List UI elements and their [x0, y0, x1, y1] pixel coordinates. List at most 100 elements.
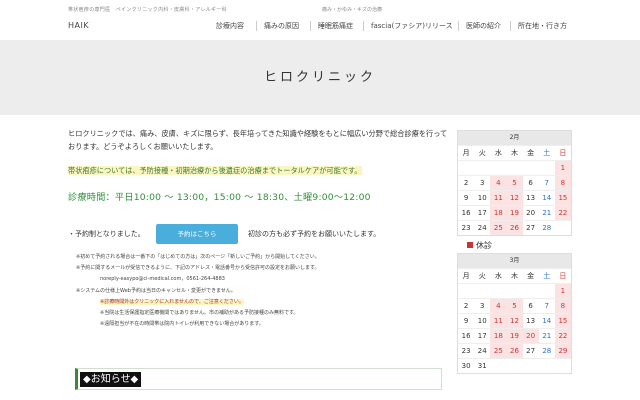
calendar-day: 15: [554, 190, 571, 205]
calendar-day: 27: [522, 220, 539, 235]
calendar-empty-cell: [506, 358, 523, 373]
note-line: ※システムの仕様上Web予約は当日のキャンセル・変更ができません。: [76, 287, 236, 294]
nav-divider: [458, 21, 459, 31]
calendar-empty-cell: [474, 283, 491, 298]
calendar-day: 16: [458, 328, 475, 343]
calendar-day: 8: [554, 175, 571, 190]
shingles-highlight: 帯状疱疹については、予防接種・初期治療から後遺症の治療までトータルケアが可能です…: [68, 166, 448, 176]
nav-divider: [363, 21, 364, 31]
calendar-grid: 月火水木金土日 1 2 3 4 5 6 7 8 9 10 11 12 13 14 15 16 17 18 19 20 21…: [458, 268, 571, 373]
calendar-day: 28: [538, 220, 555, 235]
nav-item-fascia-release[interactable]: fascia(ファシア)リリース: [365, 20, 459, 32]
calendar-empty-cell: [506, 160, 523, 175]
calendar-day: 22: [554, 328, 571, 343]
nav-item-services[interactable]: 診療内容: [210, 20, 250, 32]
nav-divider: [510, 21, 511, 31]
calendar-day: 29: [554, 343, 571, 358]
calendar-empty-cell: [458, 283, 475, 298]
shingles-highlight-text: 帯状疱疹については、予防接種・初期治療から後遺症の治療までトータルケアが可能です…: [68, 166, 362, 175]
calendar-day: 21: [538, 205, 555, 220]
hero-banner: ヒロクリニック: [0, 40, 640, 115]
nav-divider: [310, 21, 311, 31]
closed-day-swatch: [467, 242, 473, 248]
site-logo[interactable]: HAIK: [68, 21, 89, 30]
calendar-day: 7: [538, 175, 555, 190]
calendar-day: 23: [458, 343, 475, 358]
calendar-day: 25: [490, 220, 507, 235]
weekday-header: 金: [522, 268, 539, 283]
calendar-empty-cell: [490, 358, 507, 373]
calendar-day: 20: [522, 328, 539, 343]
calendar-day: 9: [458, 190, 475, 205]
reservation-notes: ※初めて予約される場合は一番下の「はじめての方は」次のページ「新しいご予約」から…: [76, 252, 448, 330]
note-line: ※初めて予約される場合は一番下の「はじめての方は」次のページ「新しいご予約」から…: [76, 254, 320, 260]
calendar-day: 11: [490, 313, 507, 328]
weekday-header: 月: [458, 268, 475, 283]
calendar-day: 30: [458, 358, 475, 373]
calendar-day: 19: [506, 328, 523, 343]
calendar-day: 12: [506, 313, 523, 328]
calendar-grid: 月火水木金土日 1 2 3 4 5 6 7 8 9 10 11 12 13 14 15 16 17 18 19 20 21…: [458, 145, 571, 235]
calendar-day: 14: [538, 190, 555, 205]
nav-divider: [256, 21, 257, 31]
weekday-header: 木: [506, 145, 523, 160]
calendar-day: 17: [474, 328, 491, 343]
calendar-day: 8: [554, 298, 571, 313]
calendar-day: 24: [474, 220, 491, 235]
nav-item-access[interactable]: 所在地・行き方: [512, 20, 573, 32]
calendar-empty-cell: [538, 160, 555, 175]
calendar-day: 19: [506, 205, 523, 220]
calendar-empty-cell: [474, 160, 491, 175]
weekday-header: 火: [474, 268, 491, 283]
calendar-day: 4: [490, 298, 507, 313]
calendar-day: 13: [522, 313, 539, 328]
calendar-march: 3月 月火水木金土日 1 2 3 4 5 6 7 8 9 10 11 12 13 14 15 16 17 18 19 2…: [457, 253, 572, 374]
calendar-empty-cell: [490, 160, 507, 175]
reservation-notice: ・予約制となりました。: [68, 230, 145, 238]
calendar-day: 16: [458, 205, 475, 220]
nav-item-sleep-myalgia[interactable]: 睡眠筋痛症: [312, 20, 359, 32]
note-line: ※遠隔担当が不在の時間帯は院内トイレが利用できない場合があります。: [100, 321, 264, 328]
calendar-empty-cell: [538, 358, 555, 373]
weekday-header: 日: [554, 145, 571, 160]
weekday-header: 土: [538, 145, 555, 160]
calendar-day: 15: [554, 313, 571, 328]
weekday-header: 水: [490, 145, 507, 160]
weekday-header: 木: [506, 268, 523, 283]
nav-item-pain-causes[interactable]: 痛みの原因: [258, 20, 305, 32]
calendar-day: 26: [506, 343, 523, 358]
reserve-button[interactable]: 予約はこちら: [156, 224, 238, 244]
calendar-day: 26: [506, 220, 523, 235]
weekday-header: 日: [554, 268, 571, 283]
header-tagline: 帯状疱疹の専門医 ペインクリニック内科・皮膚科・アレルギー科: [68, 7, 228, 13]
calendar-day: 5: [506, 298, 523, 313]
note-line: ※予約に関するメールが受信できるように、下記のアドレス・電話番号から受信許可の設…: [76, 265, 320, 272]
reservation-row: ・予約制となりました。 予約はこちら 初診の方も必ず予約をお願いいたします。: [68, 224, 448, 244]
calendar-month-title: 3月: [458, 254, 571, 268]
calendar-day: 21: [538, 328, 555, 343]
calendar-day: 12: [506, 190, 523, 205]
calendar-day: 23: [458, 220, 475, 235]
calendar-day: 1: [554, 160, 571, 175]
contact-address: noreply-easypo@ci-medical.com，0561-264-4…: [100, 276, 225, 283]
news-section-header: ◆お知らせ◆: [75, 368, 442, 390]
calendar-legend: 休診: [467, 240, 492, 251]
calendar-day: 31: [474, 358, 491, 373]
calendar-day: 5: [506, 175, 523, 190]
note-line: ※当院は生活保護指定医療機関ではありません。市の補助がある予防接種のみ無料です。: [100, 310, 299, 317]
main-content: ヒロクリニックでは、痛み、皮膚、キズに限らず、長年培ってきた知識や経験をもとに幅…: [68, 128, 448, 327]
calendar-empty-cell: [506, 283, 523, 298]
calendar-day: 20: [522, 205, 539, 220]
calendar-empty-cell: [490, 283, 507, 298]
office-hours: 診療時間：平日10:00 〜 13:00，15:00 〜 18:30、土曜9:0…: [68, 192, 371, 203]
nav-item-doctor[interactable]: 医師の紹介: [460, 20, 507, 32]
calendar-empty-cell: [522, 283, 539, 298]
weekday-header: 月: [458, 145, 475, 160]
intro-text: ヒロクリニックでは、痛み、皮膚、キズに限らず、長年培ってきた知識や経験をもとに幅…: [68, 129, 448, 151]
calendar-day: 6: [522, 298, 539, 313]
calendar-day: 17: [474, 205, 491, 220]
calendar-day: 2: [458, 298, 475, 313]
weekday-header: 土: [538, 268, 555, 283]
calendar-day: 22: [554, 205, 571, 220]
page-title: ヒロクリニック: [263, 70, 376, 85]
